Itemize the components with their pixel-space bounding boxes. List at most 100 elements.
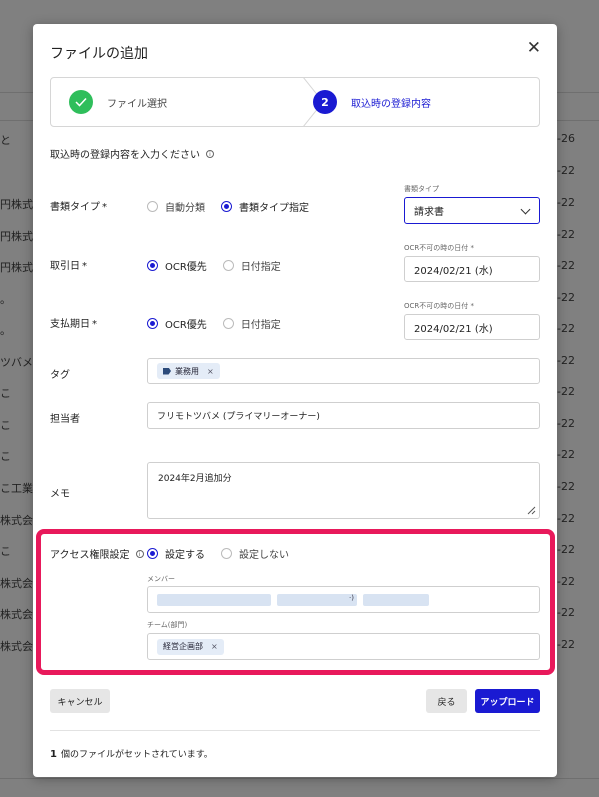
step-number: 2 [313,90,337,114]
radio-label: 設定しない [239,550,289,561]
radio-label: 書類タイプ指定 [239,203,309,214]
info-icon[interactable]: i [135,549,144,558]
due-date-radio-group: OCR優先 日付指定 [147,316,297,331]
cancel-button[interactable]: キャンセル [50,689,110,713]
upload-button[interactable]: アップロード [475,689,540,713]
assignee-label: 担当者 [50,414,80,425]
info-icon[interactable]: i [206,149,214,158]
tag-input[interactable]: 業務用 × [147,358,540,384]
assignee-value: フリモトツバメ (プライマリーオーナー) [157,412,320,422]
radio-button[interactable] [222,318,234,329]
tag-chip-label: 業務用 [175,366,199,376]
radio-button[interactable] [147,318,158,329]
radio-button[interactable] [147,260,158,271]
step-file-select: ファイル選択 [69,78,167,126]
bg-row-date: -22 [557,259,575,272]
doc-type-radio-group: 自動分類 書類タイプ指定 [147,199,325,214]
add-file-modal: ファイルの追加 ✕ ファイル選択 2 取込時の登録内容 取込時の登録内容を入力く… [33,24,557,777]
modal-title: ファイルの追加 [50,46,148,62]
radio-label: OCR優先 [165,320,207,331]
members-caption: メンバー [147,575,175,583]
tag-icon [163,367,171,375]
due-date-value: 2024/02/21 (水) [414,323,493,335]
radio-date-specify[interactable]: 日付指定 [222,316,281,331]
access-label: アクセス権限設定 i [50,546,144,561]
radio-button[interactable] [147,548,158,559]
file-count-text: 個のファイルがセットされています。 [60,750,213,760]
required-mark: * [102,202,107,213]
bg-row-text: こ [0,450,11,463]
resize-handle-icon[interactable] [527,506,536,515]
chevron-down-icon [520,204,531,215]
step-registration: 2 取込時の登録内容 [313,78,431,126]
bg-row-text: こ [0,387,11,400]
bg-row-text: 。 [0,324,11,337]
member-chip-blurred [157,593,271,606]
radio-access-set[interactable]: 設定する [147,546,205,561]
doc-type-label: 書類タイプ * [50,198,107,213]
transaction-date-value: 2024/02/21 (水) [414,265,493,277]
radio-label: 設定する [165,550,205,561]
bg-row-text: 株式会 [0,608,33,621]
radio-auto-classify[interactable]: 自動分類 [147,199,205,214]
bg-row-text: 株式会 [0,577,33,590]
bg-row-text: 株式会 [0,514,33,527]
transaction-date-label: 取引日 * [50,257,87,272]
radio-button[interactable] [222,260,234,271]
tag-chip: 業務用 × [157,363,220,379]
radio-button[interactable] [221,548,232,559]
radio-specify-doc-type[interactable]: 書類タイプ指定 [221,199,309,214]
required-mark: * [92,319,97,330]
member-chip-blurred: ·) [277,593,357,606]
step-label: ファイル選択 [107,98,167,110]
bg-row-text: 。 [0,293,11,306]
radio-ocr-priority[interactable]: OCR優先 [147,316,207,331]
radio-date-specify[interactable]: 日付指定 [222,258,281,273]
bg-row-date: -26 [557,132,575,145]
check-icon [69,90,93,114]
bg-row-date: -22 [557,448,575,461]
tag-label: タグ [50,370,70,381]
file-count-note: 1 個のファイルがセットされています。 [50,747,213,760]
transaction-date-label-text: 取引日 [50,261,80,272]
tag-remove-icon[interactable]: × [207,367,214,376]
file-count: 1 [50,749,57,760]
bg-row-date: -22 [557,385,575,398]
transaction-date-radio-group: OCR優先 日付指定 [147,258,297,273]
members-input[interactable]: ·) [147,586,540,613]
bg-row-date: -22 [557,638,575,651]
bg-row-date: -22 [557,322,575,335]
radio-access-unset[interactable]: 設定しない [221,546,289,561]
team-chip-label: 経営企画部 [163,642,203,651]
bg-row-text: こ [0,419,11,432]
bg-row-date: -22 [557,228,575,241]
section-title: 取込時の登録内容を入力ください i [50,146,214,161]
bg-row-date: -22 [557,164,575,177]
radio-label: OCR優先 [165,262,207,273]
close-icon[interactable]: ✕ [527,38,541,58]
radio-button[interactable] [147,201,158,212]
due-date-input[interactable]: 2024/02/21 (水) [404,314,540,340]
transaction-date-input[interactable]: 2024/02/21 (水) [404,256,540,282]
assignee-input[interactable]: フリモトツバメ (プライマリーオーナー) [147,402,540,429]
footer-divider [50,730,540,731]
memo-label: メモ [50,489,70,500]
bg-row-text: ツバメ [0,356,33,369]
team-input[interactable]: 経営企画部 × [147,633,540,660]
stepper: ファイル選択 2 取込時の登録内容 [50,77,540,127]
bg-row-text: 株式会 [0,640,33,653]
radio-ocr-priority[interactable]: OCR優先 [147,258,207,273]
access-radio-group: 設定する 設定しない [147,546,305,561]
bg-row-date: -22 [557,417,575,430]
member-chip-blurred [363,593,429,606]
doc-type-label-text: 書類タイプ [50,202,100,213]
doc-type-select[interactable]: 請求書 [404,197,540,224]
team-remove-icon[interactable]: × [211,642,218,651]
radio-label: 自動分類 [165,203,205,214]
radio-button[interactable] [221,201,232,212]
section-title-text: 取込時の登録内容を入力ください [50,150,200,161]
memo-textarea[interactable]: 2024年2月追加分 [147,462,540,519]
back-button[interactable]: 戻る [426,689,467,713]
bg-divider [0,778,599,779]
access-label-text: アクセス権限設定 [50,550,130,561]
